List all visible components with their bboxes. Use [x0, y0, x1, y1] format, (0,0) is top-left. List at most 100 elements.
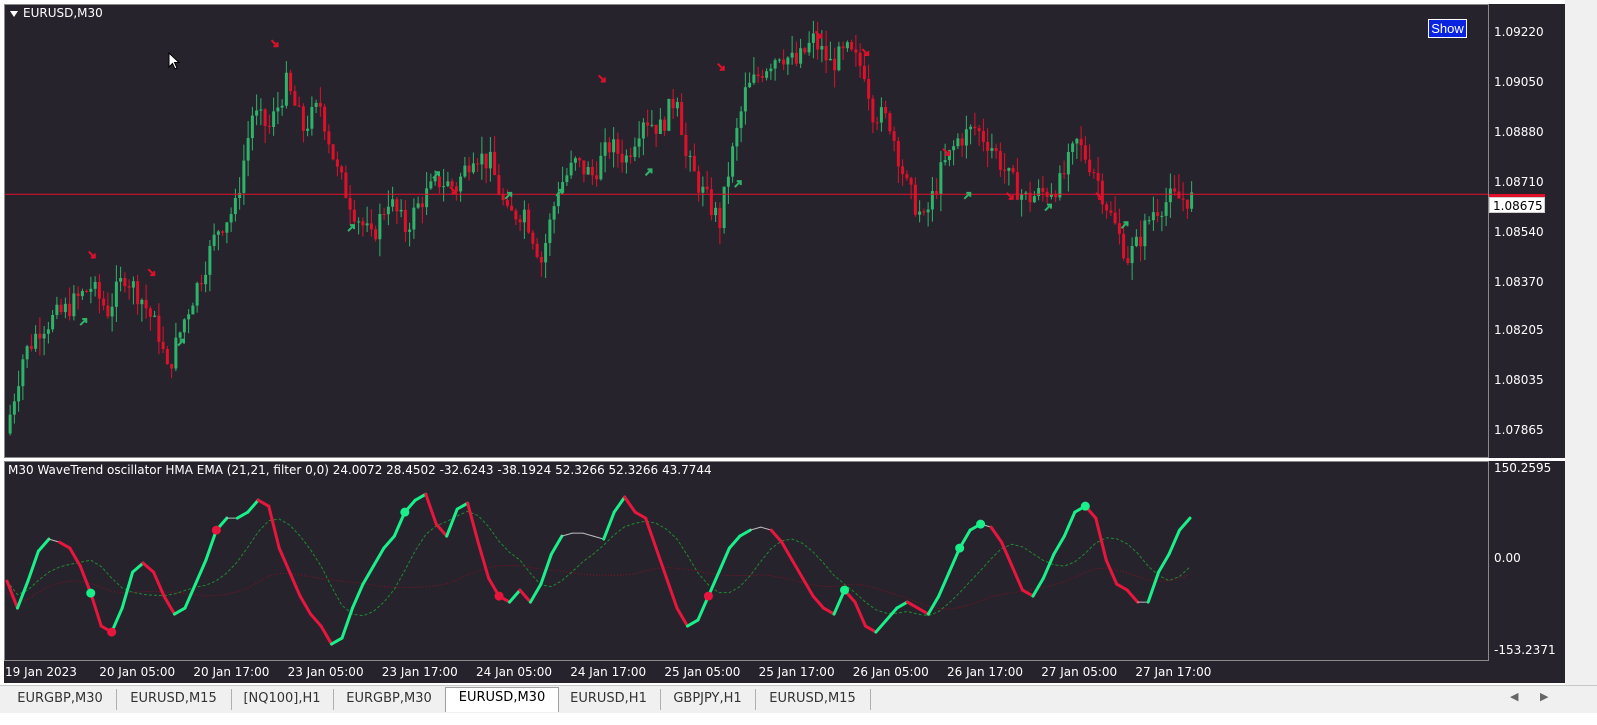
- wavetrend-segment: [738, 528, 752, 538]
- price-axis-label: 1.08540: [1494, 224, 1544, 239]
- chart-symbol-title[interactable]: EURUSD,M30: [10, 6, 103, 20]
- chart-title-text: EURUSD,M30: [23, 6, 103, 20]
- buy-arrow-icon: [1044, 203, 1052, 212]
- candle-body: [425, 188, 429, 208]
- candle-body: [909, 178, 913, 185]
- candle-body: [221, 231, 225, 233]
- candle-body: [395, 199, 399, 212]
- candle-body: [905, 174, 909, 179]
- chart-tab[interactable]: EURUSD,H1: [557, 689, 661, 710]
- wavetrend-segment: [382, 534, 396, 550]
- wavetrend-chart: [5, 492, 1192, 646]
- candle-body: [994, 148, 998, 152]
- wavetrend-segment: [350, 582, 365, 610]
- candle-body: [310, 106, 314, 129]
- chart-tab[interactable]: EURUSD,M15: [755, 689, 871, 710]
- candle-body: [1181, 198, 1185, 200]
- wavetrend-segment: [884, 606, 899, 622]
- candle-body: [1143, 220, 1147, 247]
- chart-tab[interactable]: EURUSD,M15: [116, 689, 232, 710]
- wavetrend-segment: [549, 534, 564, 556]
- wavetrend-segment: [853, 600, 867, 628]
- wavetrend-segment: [476, 540, 491, 580]
- wavetrend-segment: [822, 606, 836, 616]
- candle-body: [739, 111, 743, 128]
- wavetrend-segment: [1062, 510, 1077, 538]
- wavetrend-segment: [319, 624, 334, 646]
- candle-body: [892, 131, 896, 141]
- wavetrend-segment: [466, 501, 480, 544]
- buy-arrow-icon: [963, 191, 972, 200]
- candle-body: [841, 46, 845, 49]
- candle-body: [242, 160, 246, 193]
- wavetrend-segment: [57, 540, 72, 550]
- candle-body: [777, 59, 781, 61]
- candle-body: [450, 181, 454, 187]
- wavetrend-segment: [926, 594, 941, 616]
- down-signal-dot: [494, 591, 504, 601]
- wavetrend-segment: [1094, 516, 1108, 562]
- collapse-triangle-icon[interactable]: [10, 10, 18, 17]
- chart-tab[interactable]: EURGBP,M30: [4, 689, 117, 710]
- candle-body: [314, 102, 318, 107]
- candle-body: [1088, 159, 1092, 173]
- candle-body: [879, 107, 883, 123]
- price-axis[interactable]: 1.09220 1.09050 1.08880 1.08710 1.08540 1.083…: [1489, 4, 1565, 458]
- wavetrend-segment: [68, 546, 82, 568]
- wavetrend-segment: [1125, 588, 1140, 604]
- chart-tab[interactable]: EURUSD,M30: [445, 687, 559, 712]
- tab-scroll-left-icon[interactable]: ◀: [1510, 690, 1518, 703]
- candle-body: [1168, 188, 1172, 203]
- candle-body: [110, 306, 114, 317]
- candle-body: [1066, 152, 1070, 175]
- current-price-tag: 1.08675: [1489, 197, 1545, 213]
- chart-tab[interactable]: GBPJPY,H1: [660, 689, 756, 710]
- time-axis[interactable]: 19 Jan 2023 20 Jan 05:00 20 Jan 17:00 23 Ja…: [4, 661, 1565, 683]
- candle-body: [187, 314, 191, 320]
- candle-body: [191, 305, 195, 315]
- tab-scroll-right-icon[interactable]: ▶: [1540, 690, 1548, 703]
- candle-body: [828, 58, 832, 61]
- candle-body: [803, 48, 807, 53]
- time-axis-label: 27 Jan 05:00: [1041, 665, 1118, 679]
- chart-tab[interactable]: [NQ100],H1: [231, 689, 334, 710]
- wavetrend-segment: [455, 501, 470, 511]
- wavetrend-segment: [582, 532, 594, 537]
- candle-body: [671, 98, 675, 109]
- oscillator-axis-label: 0.00: [1494, 551, 1521, 566]
- wavetrend-segment: [518, 588, 532, 604]
- candle-body: [786, 57, 790, 65]
- candle-body: [807, 42, 811, 53]
- candle-body: [1134, 236, 1138, 246]
- chart-tab[interactable]: EURGBP,M30: [333, 689, 446, 710]
- time-axis-label: 24 Jan 05:00: [476, 665, 552, 679]
- sell-arrow-icon: [270, 39, 279, 48]
- oscillator-axis[interactable]: 150.2595 0.00 -153.2371: [1489, 461, 1565, 661]
- show-button[interactable]: Show: [1428, 19, 1467, 38]
- candle-body: [229, 214, 233, 223]
- wavetrend-segment: [780, 540, 794, 562]
- candle-body: [782, 59, 786, 65]
- candle-body: [408, 229, 412, 232]
- price-chart-pane[interactable]: [4, 4, 1489, 458]
- candle-body: [297, 105, 301, 107]
- wavetrend-segment: [193, 558, 208, 586]
- candle-body: [794, 52, 798, 64]
- wavetrend-segment: [162, 594, 177, 616]
- candle-body: [629, 155, 633, 157]
- candle-body: [459, 176, 463, 192]
- candle-body: [420, 203, 424, 208]
- candle-body: [918, 211, 922, 215]
- candle-body: [637, 138, 641, 147]
- oscillator-pane[interactable]: [4, 461, 1489, 661]
- wavetrend-segment: [330, 636, 344, 646]
- candle-body: [641, 122, 645, 139]
- candle-body: [250, 115, 254, 139]
- candle-body: [1003, 169, 1007, 171]
- wavetrend-segment: [1157, 552, 1171, 574]
- candle-body: [1156, 212, 1160, 216]
- candle-body: [280, 105, 284, 108]
- candle-body: [416, 203, 420, 208]
- candle-body: [488, 151, 492, 169]
- candle-body: [289, 72, 293, 92]
